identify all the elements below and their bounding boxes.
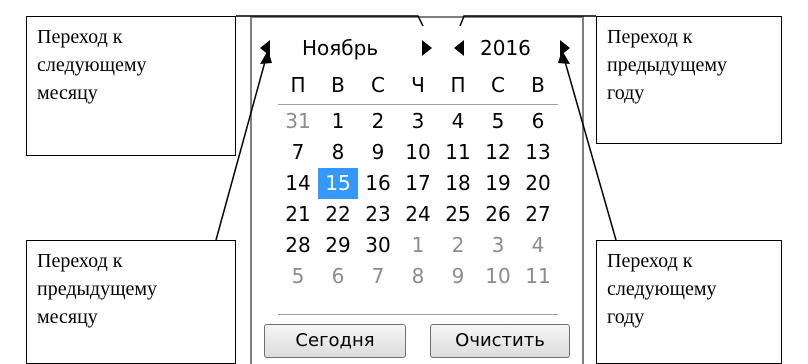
callout-prev-year: Переход к предыдущему году: [596, 16, 782, 144]
triangle-left-icon[interactable]: [260, 40, 270, 56]
callout-line: году: [607, 82, 645, 104]
day-cell[interactable]: 31: [278, 106, 318, 137]
triangle-right-icon[interactable]: [560, 40, 570, 56]
callout-line: Переход к: [607, 250, 693, 272]
calendar-popup: Ноябрь 2016 П В С Ч П С В 31 1 2 3 4 5 6 7 8 9 10 1…: [250, 16, 584, 364]
callout-next-year: Переход к следующему году: [596, 240, 782, 364]
callout-line: году: [607, 306, 645, 328]
day-cell[interactable]: 11: [518, 261, 558, 292]
weekday-label: С: [491, 73, 505, 97]
day-cell[interactable]: 3: [398, 106, 438, 137]
day-cell[interactable]: 28: [278, 230, 318, 261]
clear-button[interactable]: Очистить: [430, 324, 570, 358]
day-cell[interactable]: 20: [518, 168, 558, 199]
day-cell[interactable]: 5: [278, 261, 318, 292]
day-cell[interactable]: 27: [518, 199, 558, 230]
day-cell[interactable]: 23: [358, 199, 398, 230]
day-cell[interactable]: 8: [318, 137, 358, 168]
weekday-label: П: [290, 73, 306, 97]
callout-line: предыдущему: [607, 54, 728, 76]
callout-prev-month: Переход к предыдущему месяцу: [26, 240, 236, 364]
callout-line: месяцу: [37, 306, 98, 328]
day-cell[interactable]: 18: [438, 168, 478, 199]
day-cell[interactable]: 1: [398, 230, 438, 261]
days-grid: 31 1 2 3 4 5 6 7 8 9 10 11 12 13 14 15 16 17 18 19 20 21 22 23 2…: [278, 106, 558, 292]
callout-line: Переход к: [607, 26, 693, 48]
callout-line: Переход к: [37, 250, 123, 272]
month-label: Ноябрь: [302, 36, 379, 60]
day-cell[interactable]: 19: [478, 168, 518, 199]
triangle-left-icon[interactable]: [454, 40, 464, 56]
day-cell[interactable]: 6: [518, 106, 558, 137]
day-cell[interactable]: 2: [358, 106, 398, 137]
day-cell[interactable]: 2: [438, 230, 478, 261]
day-cell[interactable]: 26: [478, 199, 518, 230]
callout-line: предыдущему: [37, 278, 158, 300]
day-cell[interactable]: 13: [518, 137, 558, 168]
today-button[interactable]: Сегодня: [264, 324, 406, 358]
day-cell[interactable]: 8: [398, 261, 438, 292]
day-cell[interactable]: 17: [398, 168, 438, 199]
callout-line: месяцу: [37, 82, 98, 104]
callout-next-month: Переход к следующему месяцу: [26, 16, 236, 156]
callout-line: следующему: [607, 278, 717, 300]
day-cell[interactable]: 16: [358, 168, 398, 199]
day-cell[interactable]: 7: [278, 137, 318, 168]
day-cell[interactable]: 24: [398, 199, 438, 230]
weekday-label: В: [331, 73, 345, 97]
day-cell[interactable]: 14: [278, 168, 318, 199]
day-cell[interactable]: 5: [478, 106, 518, 137]
triangle-right-icon[interactable]: [422, 40, 432, 56]
day-cell[interactable]: 10: [478, 261, 518, 292]
selected-day-cell[interactable]: 15: [318, 168, 358, 199]
day-cell[interactable]: 4: [438, 106, 478, 137]
callout-line: следующему: [37, 54, 147, 76]
weekday-header: П В С Ч П С В: [278, 70, 558, 105]
day-cell[interactable]: 7: [358, 261, 398, 292]
day-cell[interactable]: 12: [478, 137, 518, 168]
day-cell[interactable]: 22: [318, 199, 358, 230]
callout-line: Переход к: [37, 26, 123, 48]
weekday-label: С: [371, 73, 385, 97]
day-cell[interactable]: 6: [318, 261, 358, 292]
day-cell[interactable]: 4: [518, 230, 558, 261]
day-cell[interactable]: 11: [438, 137, 478, 168]
weekday-label: П: [450, 73, 466, 97]
day-cell[interactable]: 29: [318, 230, 358, 261]
day-cell[interactable]: 25: [438, 199, 478, 230]
weekday-label: В: [531, 73, 545, 97]
day-cell[interactable]: 21: [278, 199, 318, 230]
weekday-label: Ч: [411, 73, 425, 97]
day-cell[interactable]: 10: [398, 137, 438, 168]
year-label: 2016: [480, 36, 531, 60]
day-cell[interactable]: 9: [438, 261, 478, 292]
divider: [278, 314, 558, 315]
day-cell[interactable]: 30: [358, 230, 398, 261]
day-cell[interactable]: 3: [478, 230, 518, 261]
calendar-navigation: Ноябрь 2016: [252, 34, 582, 64]
day-cell[interactable]: 9: [358, 137, 398, 168]
day-cell[interactable]: 1: [318, 106, 358, 137]
